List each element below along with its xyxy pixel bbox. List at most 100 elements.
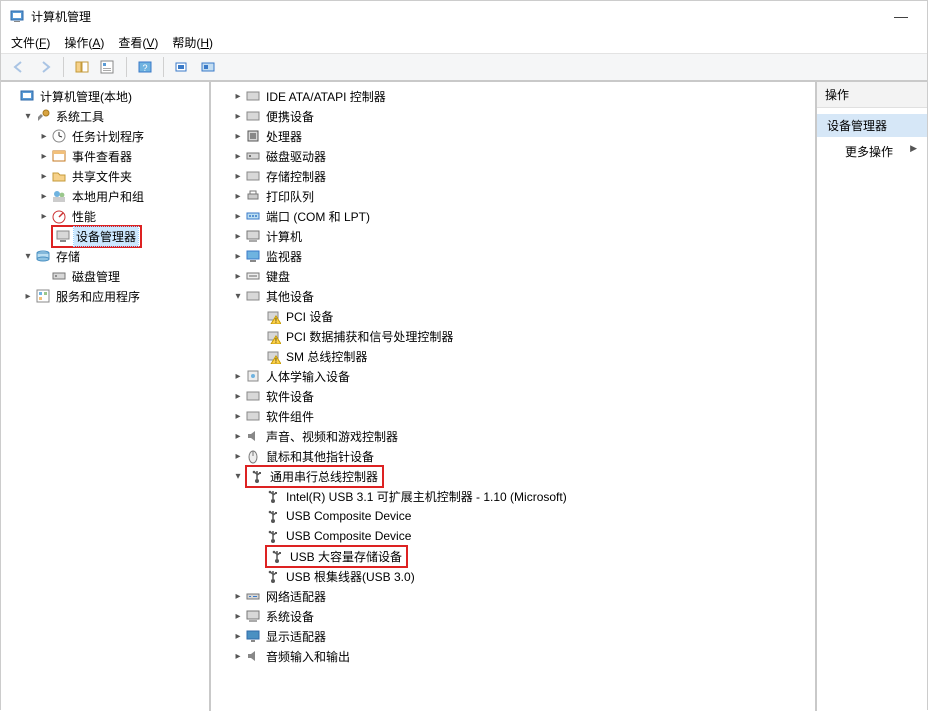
label: 键盘 <box>264 267 292 286</box>
menu-file[interactable]: 文件(F) <box>11 34 50 51</box>
usb-icon <box>265 508 281 524</box>
mouse-icon <box>245 448 261 464</box>
show-hide-tree-button[interactable] <box>70 56 94 78</box>
scan-hardware-button[interactable] <box>196 56 220 78</box>
node-local-users[interactable]: ▸ 本地用户和组 <box>3 186 207 206</box>
node-sound[interactable]: ▸声音、视频和游戏控制器 <box>213 426 813 446</box>
node-performance[interactable]: ▸ 性能 <box>3 206 207 226</box>
node-disk-drives[interactable]: ▸磁盘驱动器 <box>213 146 813 166</box>
label: 任务计划程序 <box>70 127 146 146</box>
chevron-right-icon[interactable]: ▸ <box>231 269 245 283</box>
node-usb-intel[interactable]: Intel(R) USB 3.1 可扩展主机控制器 - 1.10 (Micros… <box>213 486 813 506</box>
chevron-right-icon[interactable]: ▸ <box>37 169 51 183</box>
spacer <box>251 329 265 343</box>
forward-button[interactable] <box>33 56 57 78</box>
chevron-down-icon[interactable]: ▾ <box>231 289 245 303</box>
actions-more[interactable]: 更多操作 ▶ <box>817 137 927 163</box>
node-mice[interactable]: ▸鼠标和其他指针设备 <box>213 446 813 466</box>
node-pci-data-acq[interactable]: !PCI 数据捕获和信号处理控制器 <box>213 326 813 346</box>
node-computer[interactable]: ▸计算机 <box>213 226 813 246</box>
node-ports[interactable]: ▸端口 (COM 和 LPT) <box>213 206 813 226</box>
chevron-right-icon[interactable]: ▸ <box>231 609 245 623</box>
node-network[interactable]: ▸网络适配器 <box>213 586 813 606</box>
chevron-right-icon[interactable]: ▸ <box>37 149 51 163</box>
node-pci-device[interactable]: !PCI 设备 <box>213 306 813 326</box>
node-usb-root-hub[interactable]: USB 根集线器(USB 3.0) <box>213 566 813 586</box>
storage-ctrl-icon <box>245 168 261 184</box>
chevron-right-icon[interactable]: ▸ <box>231 129 245 143</box>
chevron-right-icon[interactable]: ▸ <box>37 209 51 223</box>
node-disk-management[interactable]: 磁盘管理 <box>3 266 207 286</box>
node-event-viewer[interactable]: ▸ 事件查看器 <box>3 146 207 166</box>
chevron-right-icon[interactable]: ▸ <box>231 649 245 663</box>
menu-view[interactable]: 查看(V) <box>118 34 158 51</box>
node-device-manager[interactable]: 设备管理器 <box>3 226 207 246</box>
refresh-button[interactable] <box>170 56 194 78</box>
back-button[interactable] <box>7 56 31 78</box>
chevron-right-icon[interactable]: ▸ <box>231 249 245 263</box>
center-panel: ▸IDE ATA/ATAPI 控制器▸便携设备▸处理器▸磁盘驱动器▸存储控制器▸… <box>211 82 817 711</box>
properties-button[interactable] <box>96 56 120 78</box>
node-system-tools[interactable]: ▾ 系统工具 <box>3 106 207 126</box>
node-computer-management[interactable]: 计算机管理(本地) <box>3 86 207 106</box>
node-hid[interactable]: ▸人体学输入设备 <box>213 366 813 386</box>
node-usb-composite-2[interactable]: USB Composite Device <box>213 526 813 546</box>
chevron-right-icon[interactable]: ▸ <box>37 189 51 203</box>
chevron-right-icon[interactable]: ▸ <box>231 589 245 603</box>
chevron-right-icon[interactable]: ▸ <box>231 449 245 463</box>
node-storage[interactable]: ▾ 存储 <box>3 246 207 266</box>
node-software-devices[interactable]: ▸软件设备 <box>213 386 813 406</box>
chevron-right-icon[interactable]: ▸ <box>21 289 35 303</box>
node-audio-io[interactable]: ▸音频输入和输出 <box>213 646 813 666</box>
node-usb-composite-1[interactable]: USB Composite Device <box>213 506 813 526</box>
node-display-adapters[interactable]: ▸显示适配器 <box>213 626 813 646</box>
minimize-button[interactable]: — <box>883 8 919 24</box>
node-sm-bus[interactable]: !SM 总线控制器 <box>213 346 813 366</box>
node-keyboards[interactable]: ▸ 键盘 <box>213 266 813 286</box>
chevron-right-icon[interactable]: ▸ <box>231 369 245 383</box>
node-ide[interactable]: ▸IDE ATA/ATAPI 控制器 <box>213 86 813 106</box>
node-task-scheduler[interactable]: ▸ 任务计划程序 <box>3 126 207 146</box>
node-monitors[interactable]: ▸监视器 <box>213 246 813 266</box>
chevron-right-icon[interactable]: ▸ <box>231 629 245 643</box>
chevron-down-icon[interactable]: ▾ <box>21 109 35 123</box>
chevron-right-icon[interactable]: ▸ <box>231 389 245 403</box>
node-services-apps[interactable]: ▸ 服务和应用程序 <box>3 286 207 306</box>
chevron-right-icon[interactable]: ▸ <box>231 149 245 163</box>
chevron-right-icon[interactable]: ▸ <box>231 109 245 123</box>
chevron-right-icon[interactable]: ▸ <box>231 169 245 183</box>
node-software-components[interactable]: ▸软件组件 <box>213 406 813 426</box>
help-button[interactable]: ? <box>133 56 157 78</box>
menu-bar: 文件(F) 操作(A) 查看(V) 帮助(H) <box>1 31 927 53</box>
node-shared-folders[interactable]: ▸ 共享文件夹 <box>3 166 207 186</box>
chevron-right-icon[interactable]: ▸ <box>231 409 245 423</box>
node-system-devices[interactable]: ▸系统设备 <box>213 606 813 626</box>
node-usb-controllers[interactable]: ▾通用串行总线控制器 <box>213 466 813 486</box>
node-other-devices[interactable]: ▾ 其他设备 <box>213 286 813 306</box>
node-processors[interactable]: ▸处理器 <box>213 126 813 146</box>
port-icon <box>245 208 261 224</box>
label: 系统工具 <box>54 107 106 126</box>
actions-device-manager[interactable]: 设备管理器 <box>817 114 927 137</box>
node-storage-ctrl[interactable]: ▸存储控制器 <box>213 166 813 186</box>
node-print-queues[interactable]: ▸ 打印队列 <box>213 186 813 206</box>
label: USB 大容量存储设备 <box>288 547 404 566</box>
chevron-down-icon[interactable]: ▾ <box>231 469 245 483</box>
menu-action[interactable]: 操作(A) <box>64 34 104 51</box>
node-portable[interactable]: ▸便携设备 <box>213 106 813 126</box>
chevron-right-icon[interactable]: ▸ <box>37 129 51 143</box>
node-usb-mass-storage[interactable]: USB 大容量存储设备 <box>213 546 813 566</box>
chevron-right-icon[interactable]: ▸ <box>231 229 245 243</box>
label: 其他设备 <box>264 287 316 306</box>
triangle-icon[interactable] <box>5 89 19 103</box>
chevron-down-icon[interactable]: ▾ <box>21 249 35 263</box>
label: 打印队列 <box>264 187 316 206</box>
menu-help[interactable]: 帮助(H) <box>172 34 213 51</box>
chevron-right-icon[interactable]: ▸ <box>231 89 245 103</box>
label: SM 总线控制器 <box>284 347 369 366</box>
highlight-box: 设备管理器 <box>51 225 142 248</box>
spacer <box>251 549 265 563</box>
chevron-right-icon[interactable]: ▸ <box>231 209 245 223</box>
chevron-right-icon[interactable]: ▸ <box>231 429 245 443</box>
chevron-right-icon[interactable]: ▸ <box>231 189 245 203</box>
